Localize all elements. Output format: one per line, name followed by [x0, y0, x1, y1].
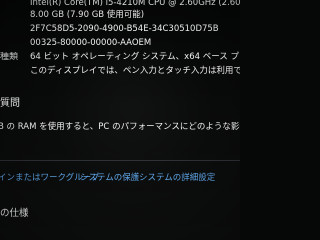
- device-id-value: 2F7C58D5-2090-4900-B54E-34C30510D75B: [30, 24, 219, 34]
- system-type-value: 64 ビット オペレーティング システム、x64 ベース プロセッサ: [30, 52, 240, 62]
- faq-heading: 質問: [0, 98, 20, 109]
- system-protection-link[interactable]: システムの保護: [80, 173, 139, 184]
- about-page: Intel(R) Core(TM) i5-4210M CPU @ 2.60GHz…: [0, 0, 240, 240]
- pen-touch-value: このディスプレイでは、ペン入力とタッチ入力は利用できません: [30, 66, 240, 76]
- section-divider: [0, 160, 240, 161]
- screen-glare: [0, 0, 240, 240]
- system-type-label: 種類: [0, 52, 19, 62]
- windows-spec-heading: の仕様: [0, 208, 29, 219]
- faq-question[interactable]: B の RAM を使用すると、PC のパフォーマンスにどのような影響がありますか: [0, 122, 240, 133]
- installed-ram-value: 8.00 GB (7.90 GB 使用可能): [30, 10, 145, 20]
- product-id-value: 00325-80000-00000-AAOEM: [30, 38, 152, 48]
- advanced-system-settings-link[interactable]: システムの詳細設定: [139, 173, 215, 184]
- processor-value: Intel(R) Core(TM) i5-4210M CPU @ 2.60GHz…: [30, 0, 240, 8]
